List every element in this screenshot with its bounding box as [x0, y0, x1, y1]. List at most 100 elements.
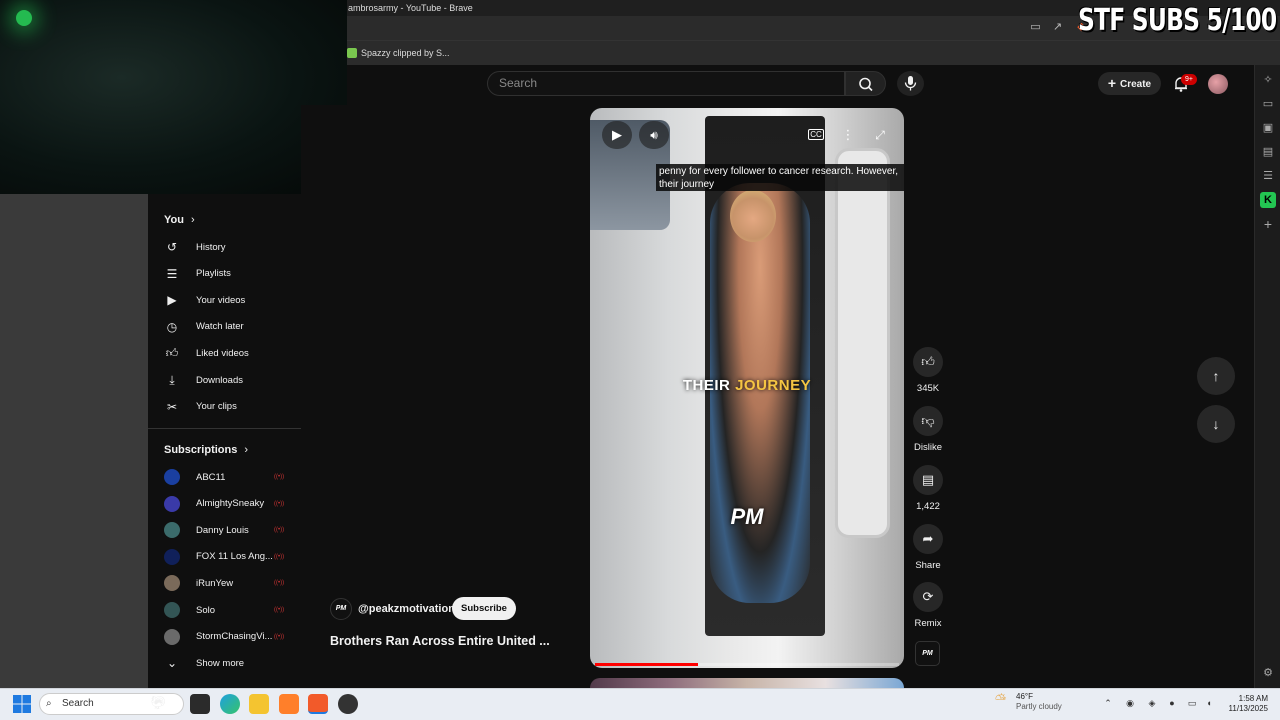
- edge-icon[interactable]: [220, 694, 240, 714]
- video-overlay-text: THEIR JOURNEY: [682, 377, 812, 394]
- subscription-item[interactable]: Danny Louis ((•)): [148, 517, 301, 543]
- guide-item-your-clips[interactable]: ✂ Your clips: [148, 394, 301, 420]
- guide-item-liked-videos[interactable]: 👍︎ Liked videos: [148, 340, 301, 366]
- more-vert-icon: ⋮: [841, 127, 855, 142]
- weather-desc: Partly cloudy: [1016, 702, 1062, 711]
- talk-icon[interactable]: ▭: [1260, 96, 1276, 112]
- chevron-down-icon: ⌄: [166, 656, 178, 670]
- subscriptions-heading[interactable]: Subscriptions ›: [164, 444, 248, 456]
- playlists-icon: ☰: [166, 266, 178, 281]
- remix-label: Remix: [914, 618, 942, 629]
- dislike-button[interactable]: 👎︎ Dislike: [913, 406, 943, 453]
- next-short-button[interactable]: ↓: [1197, 405, 1235, 443]
- search-button[interactable]: [845, 71, 886, 96]
- fullscreen-button[interactable]: ⤢: [870, 125, 890, 145]
- video-frame-panel: [835, 148, 890, 538]
- you-section-heading[interactable]: You ›: [164, 214, 195, 226]
- search-input[interactable]: Search: [487, 71, 845, 96]
- video-progress-fill: [595, 663, 699, 666]
- guide-item-history[interactable]: ↺ History: [148, 234, 301, 260]
- more-options-button[interactable]: ⋮: [838, 125, 858, 145]
- watch-later-icon: ◷: [166, 319, 178, 334]
- like-button[interactable]: 👍︎ 345K: [913, 347, 943, 394]
- reading-list-icon[interactable]: ☰: [1260, 168, 1276, 184]
- download-icon: ⤓: [169, 372, 175, 387]
- weather-widget[interactable]: ⛅︎ 46°F Partly cloudy: [995, 692, 1062, 712]
- subscription-item[interactable]: AlmightySneaky ((•)): [148, 491, 301, 517]
- cast-icon[interactable]: ▭: [1029, 21, 1042, 34]
- subscribe-button[interactable]: Subscribe: [452, 597, 516, 620]
- bookmark-item[interactable]: Spazzy clipped by S...: [361, 48, 450, 58]
- live-indicator-icon: ((•)): [274, 500, 285, 507]
- create-button[interactable]: + Create: [1098, 72, 1161, 95]
- video-title[interactable]: Brothers Ran Across Entire United ...: [330, 634, 550, 648]
- avatar[interactable]: [1208, 74, 1228, 94]
- subscription-item[interactable]: ABC11 ((•)): [148, 464, 301, 490]
- video-progress-bar[interactable]: [595, 663, 899, 666]
- chevron-right-icon: ›: [191, 214, 195, 226]
- bookmarks-icon[interactable]: ▤: [1260, 144, 1276, 160]
- next-short-preview[interactable]: [590, 678, 904, 688]
- video-frame-head: [730, 190, 776, 242]
- chevron-right-icon: ›: [244, 444, 249, 456]
- channel-avatar: [164, 469, 180, 485]
- channel-avatar[interactable]: PM: [330, 598, 352, 620]
- closed-caption: penny for every follower to cancer resea…: [656, 164, 904, 191]
- display-icon[interactable]: ▭: [1186, 697, 1198, 709]
- leo-ai-icon[interactable]: ✧: [1260, 72, 1276, 88]
- chevron-up-icon[interactable]: ⌃: [1102, 697, 1114, 709]
- voice-search-button[interactable]: [897, 71, 924, 96]
- channel-avatar: [164, 548, 180, 565]
- microphone-icon[interactable]: ●: [1166, 697, 1178, 709]
- arrow-up-icon: ↑: [1212, 368, 1220, 384]
- start-button[interactable]: [12, 694, 32, 714]
- tray-app-icon[interactable]: ◈: [1146, 697, 1158, 709]
- settings-gear-icon[interactable]: ⚙: [1260, 665, 1276, 681]
- share-label: Share: [915, 560, 941, 571]
- play-button[interactable]: ▶: [602, 121, 632, 149]
- subscription-item[interactable]: FOX 11 Los Ang... ((•)): [148, 544, 301, 570]
- captions-button[interactable]: CC: [806, 125, 826, 145]
- weather-temp: 46°F: [1016, 692, 1033, 701]
- obs-icon[interactable]: [338, 694, 358, 714]
- subscription-item[interactable]: StormChasingVi... ((•)): [148, 624, 301, 650]
- tray-app-icon[interactable]: ◉: [1124, 697, 1136, 709]
- guide-item-your-videos[interactable]: ▶ Your videos: [148, 287, 301, 313]
- guide-item-playlists[interactable]: ☰ Playlists: [148, 261, 301, 287]
- webcam-overlay: [0, 0, 347, 194]
- file-explorer-icon[interactable]: [249, 694, 269, 714]
- comment-icon: ▤: [913, 465, 943, 495]
- subscription-name: FOX 11 Los Ang...: [196, 551, 273, 563]
- remix-button[interactable]: ⟳ Remix: [913, 582, 943, 629]
- live-indicator-icon: ((•)): [274, 553, 285, 560]
- brave-taskbar-icon[interactable]: [308, 694, 328, 714]
- wallet-icon[interactable]: ▣: [1260, 120, 1276, 136]
- your-videos-icon: ▶: [167, 293, 177, 308]
- task-view-icon[interactable]: [190, 694, 210, 714]
- volume-button[interactable]: 🔊︎: [639, 121, 669, 149]
- app-icon[interactable]: [279, 694, 299, 714]
- remix-icon: ⟳: [913, 582, 943, 612]
- live-indicator-icon: ((•)): [274, 607, 285, 613]
- guide-item-downloads[interactable]: ⤓ Downloads: [148, 367, 301, 393]
- guide-item-label: Your clips: [196, 401, 237, 413]
- share-button[interactable]: ➦ Share: [913, 524, 943, 571]
- comments-button[interactable]: ▤ 1,422: [913, 465, 943, 512]
- add-icon[interactable]: +: [1260, 216, 1276, 232]
- taskbar-clock[interactable]: 1:58 AM 11/13/2025: [1220, 694, 1268, 714]
- comment-count: 1,422: [916, 501, 940, 512]
- sound-channel-thumbnail[interactable]: PM: [915, 641, 940, 666]
- subscription-item[interactable]: Solo ((•)): [148, 597, 301, 623]
- subscription-item[interactable]: iRunYew ((•)): [148, 570, 301, 596]
- share-arrow-icon: ➦: [913, 524, 943, 554]
- guide-item-watch-later[interactable]: ◷ Watch later: [148, 314, 301, 340]
- kick-icon[interactable]: K: [1260, 192, 1276, 208]
- guide-item-label: History: [196, 241, 226, 253]
- channel-handle[interactable]: @peakzmotivation: [358, 603, 455, 615]
- show-more-button[interactable]: ⌄ Show more: [148, 650, 301, 676]
- volume-icon[interactable]: ◖: [1203, 697, 1215, 709]
- clock-time: 1:58 AM: [1238, 694, 1268, 703]
- live-indicator-icon: ((•)): [274, 580, 285, 587]
- share-icon[interactable]: ↗: [1051, 21, 1064, 34]
- previous-short-button[interactable]: ↑: [1197, 357, 1235, 395]
